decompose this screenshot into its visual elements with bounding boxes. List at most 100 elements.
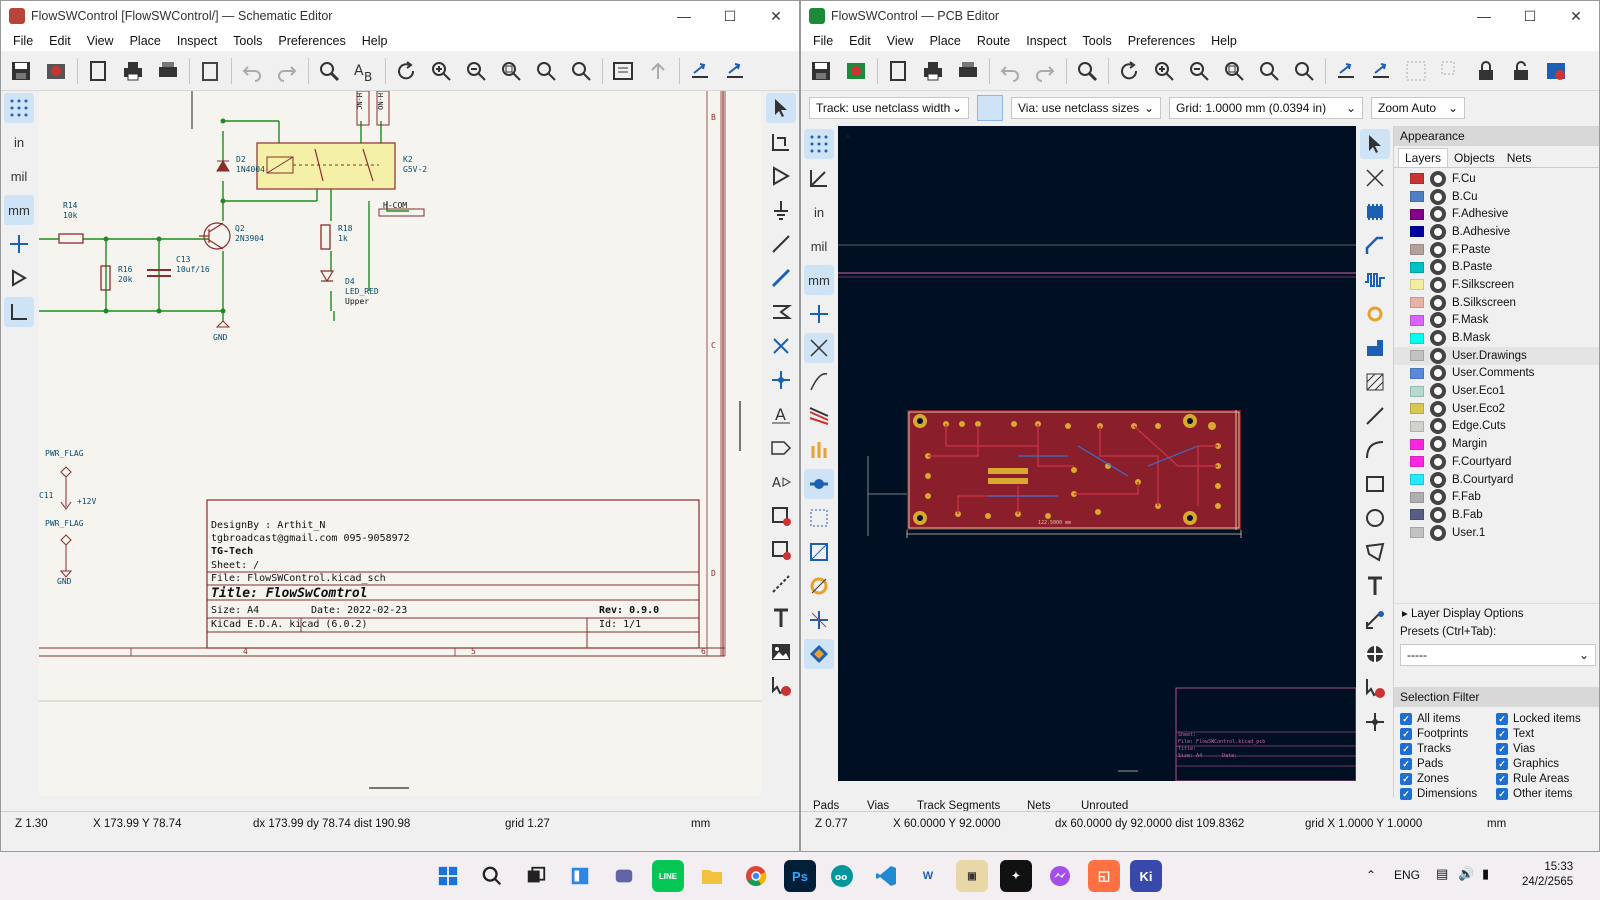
add-power-icon[interactable] <box>766 195 796 225</box>
leave-sheet-icon[interactable] <box>644 57 672 85</box>
layer-color-swatch[interactable] <box>1410 420 1424 432</box>
add-image-icon[interactable] <box>766 637 796 667</box>
page-settings-icon[interactable] <box>884 57 912 85</box>
battery-icon[interactable]: ▮ <box>1482 866 1489 882</box>
close-button[interactable]: ✕ <box>1553 1 1599 31</box>
board-setup-icon[interactable] <box>842 57 870 85</box>
layer-color-swatch[interactable] <box>1410 509 1424 521</box>
layer-row[interactable]: F.Adhesive <box>1394 205 1599 223</box>
layer-row[interactable]: F.Paste <box>1394 241 1599 259</box>
checkbox-checked-icon[interactable]: ✓ <box>1496 757 1508 770</box>
layer-color-swatch[interactable] <box>1410 474 1424 486</box>
track-outline-icon[interactable] <box>804 503 834 533</box>
layer-color-swatch[interactable] <box>1410 191 1424 203</box>
zone-display-icon[interactable] <box>804 401 834 431</box>
units-inch-button[interactable]: in <box>4 127 34 157</box>
menu-route[interactable]: Route <box>969 34 1018 48</box>
widgets-icon[interactable] <box>564 860 596 892</box>
layer-row[interactable]: F.Courtyard <box>1394 453 1599 471</box>
layer-color-swatch[interactable] <box>1410 456 1424 468</box>
teams-chat-icon[interactable] <box>608 860 640 892</box>
layer-row[interactable]: F.Silkscreen <box>1394 276 1599 294</box>
zoom-objects-icon[interactable] <box>1255 57 1283 85</box>
eye-icon[interactable] <box>1430 188 1446 205</box>
units-mm-button[interactable]: mm <box>4 195 34 225</box>
add-text-icon[interactable] <box>766 603 796 633</box>
eye-icon[interactable] <box>1430 506 1446 523</box>
layer-row[interactable]: User.Eco1 <box>1394 382 1599 400</box>
selection-filter-checkbox[interactable]: ✓ All items <box>1400 711 1496 726</box>
zoom-in-icon[interactable] <box>1150 57 1178 85</box>
set-origin-icon[interactable] <box>1360 707 1390 737</box>
redo-icon[interactable] <box>1031 57 1059 85</box>
checkbox-checked-icon[interactable]: ✓ <box>1496 727 1508 740</box>
layer-color-swatch[interactable] <box>1410 403 1424 415</box>
delete-tool-icon[interactable] <box>766 671 796 701</box>
zoom-in-icon[interactable] <box>427 57 455 85</box>
plot-icon[interactable] <box>154 57 182 85</box>
high-contrast-icon[interactable] <box>804 537 834 567</box>
ratsnest-icon[interactable] <box>804 333 834 363</box>
menu-inspect[interactable]: Inspect <box>1018 34 1074 48</box>
layer-color-swatch[interactable] <box>1410 385 1424 397</box>
refresh-icon[interactable] <box>1115 57 1143 85</box>
layer-color-swatch[interactable] <box>1410 491 1424 503</box>
start-windows-icon[interactable] <box>432 860 464 892</box>
layer-row[interactable]: User.1 <box>1394 524 1599 542</box>
selection-filter-checkbox[interactable]: ✓ Vias <box>1496 741 1581 756</box>
menu-tools[interactable]: Tools <box>225 34 270 48</box>
close-button[interactable]: ✕ <box>753 1 799 31</box>
tab-layers[interactable]: Layers <box>1398 148 1449 167</box>
photoshop-icon[interactable]: Ps <box>784 860 816 892</box>
via-size-select[interactable]: Via: use netclass sizes ⌄ <box>1011 97 1161 119</box>
menu-file[interactable]: File <box>805 34 841 48</box>
menu-tools[interactable]: Tools <box>1075 34 1120 48</box>
eye-icon[interactable] <box>1430 241 1446 258</box>
save-icon[interactable] <box>807 57 835 85</box>
eye-icon[interactable] <box>1430 453 1446 470</box>
units-inch-button[interactable]: in <box>804 197 834 227</box>
selection-filter-checkbox[interactable]: ✓ Text <box>1496 726 1581 741</box>
place-anchor-icon[interactable] <box>1360 639 1390 669</box>
find-icon[interactable] <box>315 57 343 85</box>
rotate-cw-icon[interactable] <box>1367 57 1395 85</box>
schematic-setup-icon[interactable] <box>42 57 70 85</box>
checkbox-checked-icon[interactable]: ✓ <box>1496 772 1508 785</box>
archive-app-icon[interactable]: ▣ <box>956 860 988 892</box>
layer-row[interactable]: B.Fab <box>1394 506 1599 524</box>
add-rule-area-icon[interactable] <box>1360 367 1390 397</box>
appearance-panel-icon[interactable] <box>804 639 834 669</box>
add-via-icon[interactable] <box>1360 299 1390 329</box>
selection-filter-checkbox[interactable]: ✓ Other items <box>1496 786 1581 801</box>
paste-icon[interactable] <box>196 57 224 85</box>
grid-toggle-icon[interactable] <box>4 93 34 123</box>
layer-row[interactable]: B.Mask <box>1394 329 1599 347</box>
cursor-style-icon[interactable] <box>804 299 834 329</box>
track-width-select[interactable]: Track: use netclass width ⌄ <box>809 97 969 119</box>
selection-filter-checkbox[interactable]: ✓ Dimensions <box>1400 786 1496 801</box>
checkbox-checked-icon[interactable]: ✓ <box>1496 742 1508 755</box>
select-arrow-icon[interactable] <box>1360 129 1390 159</box>
eye-icon[interactable] <box>1430 418 1446 435</box>
zoom-out-icon[interactable] <box>462 57 490 85</box>
layer-row[interactable]: F.Cu <box>1394 170 1599 188</box>
units-mm-button[interactable]: mm <box>804 265 834 295</box>
grid-select[interactable]: Grid: 1.0000 mm (0.0394 in) ⌄ <box>1169 97 1363 119</box>
import-sheet-pin-icon[interactable] <box>766 535 796 565</box>
menu-edit[interactable]: Edit <box>41 34 79 48</box>
polar-coords-icon[interactable] <box>804 163 834 193</box>
layer-color-swatch[interactable] <box>1410 438 1424 450</box>
eye-icon[interactable] <box>1430 276 1446 293</box>
menu-preferences[interactable]: Preferences <box>1120 34 1203 48</box>
layer-row[interactable]: User.Drawings <box>1394 346 1599 365</box>
menu-view[interactable]: View <box>79 34 122 48</box>
curved-ratsnest-icon[interactable] <box>804 367 834 397</box>
eye-icon[interactable] <box>1430 400 1446 417</box>
layer-row[interactable]: B.Silkscreen <box>1394 294 1599 312</box>
cursor-style-icon[interactable] <box>4 229 34 259</box>
layer-row[interactable]: F.Fab <box>1394 488 1599 506</box>
undo-icon[interactable] <box>996 57 1024 85</box>
menu-preferences[interactable]: Preferences <box>270 34 353 48</box>
app-orange-icon[interactable]: ◱ <box>1088 860 1120 892</box>
layer-row[interactable]: B.Cu <box>1394 188 1599 206</box>
